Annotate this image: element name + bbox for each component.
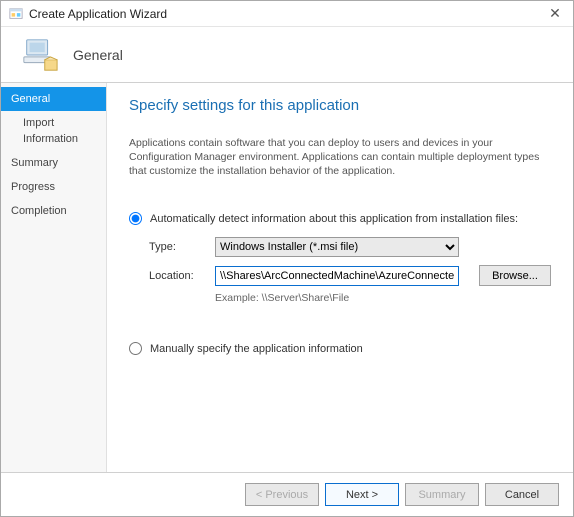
header-title: General xyxy=(73,47,123,63)
cancel-button[interactable]: Cancel xyxy=(485,483,559,506)
summary-button[interactable]: Summary xyxy=(405,483,479,506)
app-icon xyxy=(9,7,23,21)
radio-manual-label: Manually specify the application informa… xyxy=(150,343,363,355)
type-select[interactable]: Windows Installer (*.msi file) xyxy=(215,237,459,257)
close-icon[interactable]: ✕ xyxy=(545,5,565,22)
sidebar-item-summary[interactable]: Summary xyxy=(1,151,106,175)
next-button[interactable]: Next > xyxy=(325,483,399,506)
option-auto-detect[interactable]: Automatically detect information about t… xyxy=(129,212,551,225)
location-example: Example: \\Server\Share\File xyxy=(215,292,551,304)
sidebar-item-progress[interactable]: Progress xyxy=(1,175,106,199)
content-panel: Specify settings for this application Ap… xyxy=(107,83,573,472)
radio-auto-detect[interactable] xyxy=(129,212,142,225)
sidebar-item-general[interactable]: General xyxy=(1,87,106,111)
option-manual[interactable]: Manually specify the application informa… xyxy=(129,342,551,355)
type-label: Type: xyxy=(149,241,207,253)
location-label: Location: xyxy=(149,270,207,282)
browse-button[interactable]: Browse... xyxy=(479,265,551,286)
wizard-body: General Import Information Summary Progr… xyxy=(1,83,573,472)
radio-manual[interactable] xyxy=(129,342,142,355)
title-bar: Create Application Wizard ✕ xyxy=(1,1,573,27)
wizard-footer: < Previous Next > Summary Cancel xyxy=(1,472,573,516)
page-description: Applications contain software that you c… xyxy=(129,136,551,178)
auto-detect-form: Type: Windows Installer (*.msi file) Loc… xyxy=(149,237,551,304)
page-title: Specify settings for this application xyxy=(129,97,551,114)
location-input[interactable] xyxy=(215,266,459,286)
sidebar: General Import Information Summary Progr… xyxy=(1,83,107,472)
wizard-header: General xyxy=(1,27,573,83)
previous-button[interactable]: < Previous xyxy=(245,483,319,506)
sidebar-item-completion[interactable]: Completion xyxy=(1,199,106,223)
sidebar-item-import-information[interactable]: Import Information xyxy=(1,111,106,151)
computer-package-icon xyxy=(21,36,59,74)
radio-auto-detect-label: Automatically detect information about t… xyxy=(150,213,518,225)
window-title: Create Application Wizard xyxy=(29,7,545,21)
